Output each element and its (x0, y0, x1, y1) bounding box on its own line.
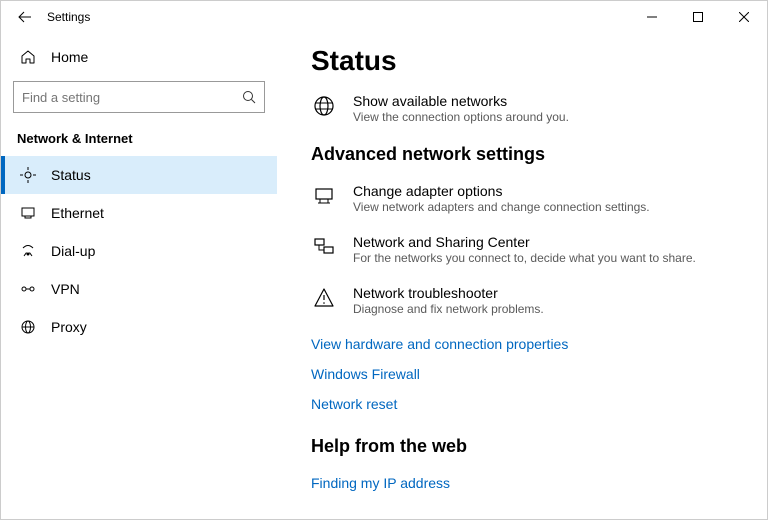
sidebar: Home Network & Internet Status Ether (1, 33, 277, 519)
nav-item-ethernet[interactable]: Ethernet (13, 194, 265, 232)
nav-item-vpn[interactable]: VPN (13, 270, 265, 308)
minimize-button[interactable] (629, 1, 675, 33)
nav-item-proxy[interactable]: Proxy (13, 308, 265, 346)
close-icon (739, 12, 749, 22)
nav-label: Dial-up (51, 243, 95, 259)
action-sub: View network adapters and change connect… (353, 200, 650, 214)
action-headline: Network troubleshooter (353, 285, 544, 301)
action-headline: Change adapter options (353, 183, 650, 199)
advanced-settings-header: Advanced network settings (311, 144, 763, 165)
nav-label: Status (51, 167, 91, 183)
nav-item-dialup[interactable]: Dial-up (13, 232, 265, 270)
search-icon (242, 90, 256, 104)
change-adapter-options[interactable]: Change adapter options View network adap… (311, 183, 763, 214)
nav-label: VPN (51, 281, 80, 297)
link-network-reset[interactable]: Network reset (311, 396, 763, 412)
search-box[interactable] (13, 81, 265, 113)
action-headline: Show available networks (353, 93, 569, 109)
proxy-icon (19, 319, 37, 335)
nav-label: Proxy (51, 319, 87, 335)
globe-icon (311, 93, 337, 119)
titlebar: Settings (1, 1, 767, 33)
home-icon (19, 49, 37, 65)
link-hardware-properties[interactable]: View hardware and connection properties (311, 336, 763, 352)
ethernet-icon (19, 205, 37, 221)
nav-label: Ethernet (51, 205, 104, 221)
home-button[interactable]: Home (13, 39, 265, 75)
vpn-icon (19, 281, 37, 297)
window-title: Settings (47, 10, 90, 24)
link-windows-firewall[interactable]: Windows Firewall (311, 366, 763, 382)
nav-item-status[interactable]: Status (1, 156, 277, 194)
back-arrow-icon (18, 10, 32, 24)
action-sub: For the networks you connect to, decide … (353, 251, 696, 265)
maximize-button[interactable] (675, 1, 721, 33)
adapter-icon (311, 183, 337, 209)
help-header: Help from the web (311, 436, 763, 457)
back-button[interactable] (9, 1, 41, 33)
content-area: Home Network & Internet Status Ether (1, 33, 767, 519)
main-panel: Status Show available networks View the … (277, 33, 767, 519)
maximize-icon (693, 12, 703, 22)
search-input[interactable] (22, 90, 242, 105)
settings-window: Settings Home Networ (0, 0, 768, 520)
show-available-networks[interactable]: Show available networks View the connect… (311, 93, 763, 124)
network-troubleshooter[interactable]: Network troubleshooter Diagnose and fix … (311, 285, 763, 316)
category-header: Network & Internet (13, 127, 265, 156)
page-title: Status (311, 45, 763, 77)
close-button[interactable] (721, 1, 767, 33)
status-icon (19, 167, 37, 183)
sharing-icon (311, 234, 337, 260)
troubleshoot-icon (311, 285, 337, 311)
minimize-icon (647, 12, 657, 22)
home-label: Home (51, 49, 88, 65)
action-headline: Network and Sharing Center (353, 234, 696, 250)
action-sub: Diagnose and fix network problems. (353, 302, 544, 316)
link-finding-ip[interactable]: Finding my IP address (311, 475, 763, 491)
network-sharing-center[interactable]: Network and Sharing Center For the netwo… (311, 234, 763, 265)
dialup-icon (19, 243, 37, 259)
action-sub: View the connection options around you. (353, 110, 569, 124)
